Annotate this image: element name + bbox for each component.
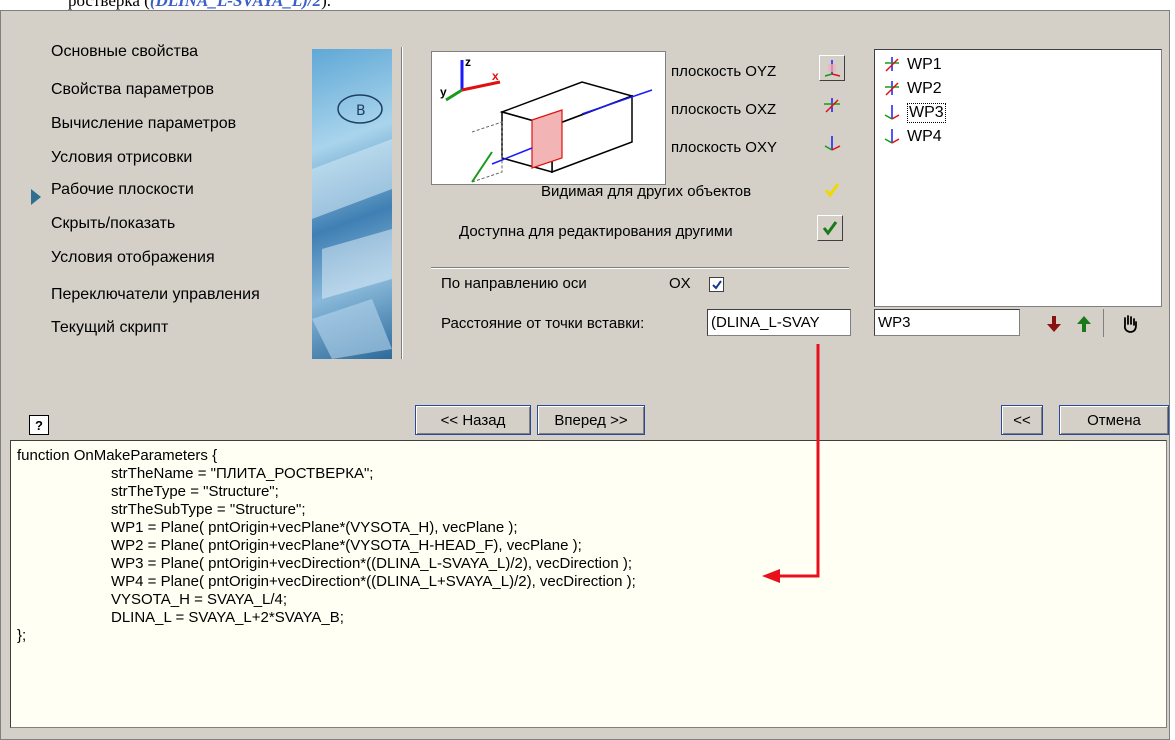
work-plane-icon <box>884 129 900 144</box>
work-plane-icon <box>884 105 900 120</box>
caption-expression: (DLINA_L-SVAYA_L)/2 <box>149 0 322 10</box>
plane-preview-image: z y x <box>431 51 666 185</box>
yellow-check-icon <box>824 183 840 198</box>
vertical-separator <box>401 47 403 359</box>
axis-z-label: z <box>465 55 471 69</box>
caption-suffix: ). <box>321 0 332 10</box>
list-item[interactable]: WP4 <box>883 126 942 148</box>
arrow-down-icon <box>1047 316 1061 332</box>
plane-oxz-label: плоскость OXZ <box>671 101 777 118</box>
visible-label: Видимая для других объектов <box>541 183 752 200</box>
nav-item-hide-show[interactable]: Скрыть/показать <box>51 215 175 233</box>
plane-oyz-icon <box>824 60 841 77</box>
toolbar-divider <box>1103 309 1104 337</box>
work-plane-name-input[interactable]: WP3 <box>874 309 1020 336</box>
move-down-button[interactable] <box>1041 311 1067 337</box>
plane-oxy-button[interactable] <box>819 131 845 157</box>
distance-input[interactable]: (DLINA_L-SVAY <box>707 309 851 336</box>
nav-item-draw-conditions[interactable]: Условия отрисовки <box>51 149 192 167</box>
checkmark-icon <box>711 279 722 290</box>
code-line: strTheName = "ПЛИТА_РОСТВЕРКА"; <box>111 465 374 482</box>
code-line: function OnMakeParameters { <box>17 447 218 464</box>
list-item-selected[interactable]: WP3 <box>883 102 946 124</box>
code-line: strTheType = "Structure"; <box>111 483 279 500</box>
help-button[interactable]: ? <box>29 415 49 435</box>
arrow-up-icon <box>1077 316 1091 332</box>
hand-icon <box>1123 315 1137 333</box>
options-separator <box>431 267 849 269</box>
plane-oyz-label: плоскость OYZ <box>671 63 777 80</box>
plane-oxz-icon <box>824 98 840 113</box>
nav-item-work-planes[interactable]: Рабочие плоскости <box>51 181 194 199</box>
work-plane-icon <box>885 57 899 72</box>
code-line: WP4 = Plane( pntOrigin+vecDirection*((DL… <box>111 573 636 590</box>
script-editor[interactable]: function OnMakeParameters { strTheName =… <box>10 440 1167 728</box>
list-item[interactable]: WP2 <box>883 78 942 100</box>
editable-label: Доступна для редактирования другими <box>459 223 733 240</box>
distance-label: Расстояние от точки вставки: <box>441 315 645 332</box>
next-button[interactable]: Вперед >> <box>537 405 645 435</box>
green-check-icon <box>822 221 838 236</box>
list-item-label: WP2 <box>907 80 942 97</box>
plane-oxy-label: плоскость OXY <box>671 139 777 156</box>
list-item-label: WP4 <box>907 128 942 145</box>
axis-y-label: y <box>440 85 447 99</box>
work-plane-icon <box>885 81 899 96</box>
list-item-label: WP3 <box>907 103 946 123</box>
nav-item-display-conditions[interactable]: Условия отображения <box>51 249 215 267</box>
code-line: DLINA_L = SVAYA_L+2*SVAYA_B; <box>111 609 344 626</box>
direction-axis: OX <box>669 275 691 292</box>
work-plane-list[interactable]: WP1 WP2 WP3 WP4 <box>874 49 1162 307</box>
cancel-button[interactable]: Отмена <box>1059 405 1169 435</box>
collapse-button[interactable]: << <box>1001 405 1043 435</box>
decorative-side-image: B <box>312 49 392 359</box>
code-line: }; <box>17 627 27 644</box>
back-button[interactable]: << Назад <box>415 405 531 435</box>
svg-text:B: B <box>356 103 366 119</box>
code-line: WP2 = Plane( pntOrigin+vecPlane*(VYSOTA_… <box>111 537 582 554</box>
active-item-arrow-icon <box>31 189 41 205</box>
editable-toggle[interactable] <box>817 215 843 241</box>
plane-oyz-button[interactable] <box>819 55 845 81</box>
nav-item-parameter-properties[interactable]: Свойства параметров <box>51 81 214 99</box>
caption-prefix: ростверка ( <box>68 0 150 10</box>
move-up-button[interactable] <box>1071 311 1097 337</box>
plane-oxy-icon <box>824 136 841 151</box>
code-line: WP3 = Plane( pntOrigin+vecDirection*((DL… <box>111 555 633 572</box>
axis-x-label: x <box>492 69 499 83</box>
code-line: WP1 = Plane( pntOrigin+vecPlane*(VYSOTA_… <box>111 519 518 536</box>
list-item[interactable]: WP1 <box>883 54 942 76</box>
code-line: strTheSubType = "Structure"; <box>111 501 306 518</box>
direction-checkbox[interactable] <box>709 277 724 292</box>
nav-item-parameter-calc[interactable]: Вычисление параметров <box>51 115 236 133</box>
code-line: VYSOTA_H = SVAYA_L/4; <box>111 591 288 608</box>
list-item-label: WP1 <box>907 56 942 73</box>
nav-item-basic-properties[interactable]: Основные свойства <box>51 43 198 61</box>
nav-item-current-script[interactable]: Текущий скрипт <box>51 319 168 337</box>
visible-toggle[interactable] <box>819 177 845 203</box>
nav-item-control-switches[interactable]: Переключатели управления <box>51 286 260 304</box>
plane-oxz-button[interactable] <box>819 93 845 119</box>
hand-tool-button[interactable] <box>1117 311 1143 337</box>
direction-label: По направлению оси <box>441 275 587 292</box>
